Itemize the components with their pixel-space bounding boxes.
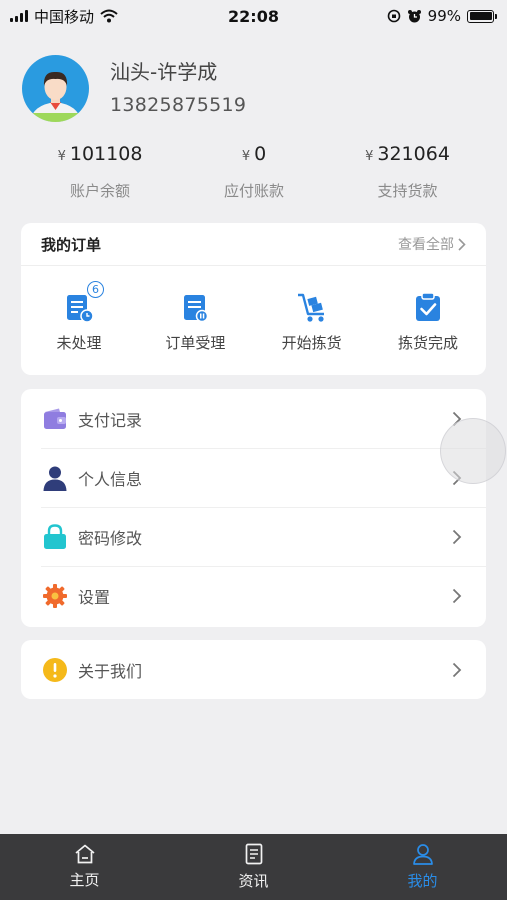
- user-phone: 13825875519: [110, 94, 247, 116]
- wallet-icon: [42, 406, 68, 432]
- tab-mine[interactable]: 我的: [338, 834, 507, 900]
- account-stats: ¥101108 账户余额 ¥0 应付账款 ¥321064 支持货款: [0, 140, 507, 201]
- view-all-orders-link[interactable]: 查看全部: [398, 234, 466, 254]
- tab-label: 资讯: [238, 872, 269, 890]
- news-icon: [245, 843, 262, 865]
- tab-label: 我的: [407, 872, 438, 890]
- order-status-accepted[interactable]: 订单受理: [137, 290, 253, 353]
- stat-balance[interactable]: ¥101108 账户余额: [0, 140, 200, 201]
- alarm-icon: [407, 9, 421, 22]
- pending-count-badge: 6: [87, 281, 104, 298]
- assistive-touch-button[interactable]: [440, 418, 506, 484]
- avatar[interactable]: [22, 55, 89, 122]
- menu-item-payment-records[interactable]: 支付记录: [21, 389, 486, 448]
- menu-item-personal-info[interactable]: 个人信息: [21, 448, 486, 507]
- status-bar: 中国移动 22:08 99%: [0, 0, 507, 32]
- chevron-right-icon: [452, 588, 462, 603]
- about-card: 关于我们: [21, 640, 486, 699]
- view-all-label: 查看全部: [398, 237, 454, 253]
- menu-item-settings[interactable]: 设置: [21, 566, 486, 625]
- battery-percent: 99%: [427, 7, 461, 25]
- stat-value: 101108: [69, 143, 143, 165]
- stat-support-payment[interactable]: ¥321064 支持货款: [308, 140, 507, 201]
- order-accepted-icon: [178, 290, 212, 324]
- profile-header[interactable]: 汕头-许学成 13825875519: [22, 55, 246, 122]
- stat-label: 账户余额: [69, 182, 130, 200]
- order-status-picking[interactable]: 开始拣货: [254, 290, 370, 353]
- wifi-icon: [100, 9, 118, 23]
- person-icon: [42, 465, 68, 491]
- currency-symbol: ¥: [241, 149, 251, 164]
- stat-label: 应付账款: [223, 182, 284, 200]
- menu-item-change-password[interactable]: 密码修改: [21, 507, 486, 566]
- home-icon: [74, 844, 95, 864]
- orders-title: 我的订单: [41, 235, 102, 254]
- order-status-label: 订单受理: [165, 334, 226, 352]
- profile-icon: [412, 844, 433, 865]
- rotation-lock-icon: [387, 9, 400, 23]
- menu-item-label: 密码修改: [78, 528, 143, 548]
- order-status-label: 拣货完成: [397, 334, 458, 352]
- tab-label: 主页: [69, 871, 100, 889]
- tab-news[interactable]: 资讯: [169, 834, 338, 900]
- order-status-label: 开始拣货: [281, 334, 342, 352]
- picking-done-icon: [411, 290, 445, 324]
- menu-item-label: 支付记录: [78, 410, 143, 430]
- currency-symbol: ¥: [365, 149, 374, 164]
- carrier-name: 中国移动: [34, 7, 95, 26]
- orders-header: 我的订单 查看全部: [21, 223, 486, 266]
- menu-item-about-us[interactable]: 关于我们: [21, 640, 486, 699]
- chevron-right-icon: [452, 662, 462, 677]
- order-status-label: 未处理: [56, 334, 102, 352]
- user-name: 汕头-许学成: [110, 60, 218, 84]
- signal-icon: [10, 10, 28, 22]
- bottom-tab-bar: 主页 资讯 我的: [0, 834, 507, 900]
- stat-value: 0: [254, 143, 267, 165]
- menu-item-label: 设置: [78, 587, 111, 607]
- pending-order-icon: 6: [62, 281, 104, 324]
- stat-label: 支持货款: [377, 182, 438, 200]
- my-orders-card: 我的订单 查看全部 6 未处理 订单受理 开始拣货 拣货完成: [21, 223, 486, 375]
- stat-payable[interactable]: ¥0 应付账款: [200, 140, 308, 201]
- menu-item-label: 个人信息: [78, 469, 143, 489]
- menu-item-label: 关于我们: [78, 661, 143, 681]
- chevron-right-icon: [458, 237, 466, 251]
- picking-cart-icon: [295, 290, 329, 324]
- lock-icon: [42, 523, 68, 550]
- info-icon: [42, 657, 68, 683]
- order-status-picking-done[interactable]: 拣货完成: [370, 290, 486, 353]
- currency-symbol: ¥: [57, 149, 66, 164]
- chevron-right-icon: [452, 529, 462, 544]
- order-status-pending[interactable]: 6 未处理: [21, 281, 137, 353]
- gear-icon: [42, 583, 68, 609]
- settings-menu-card: 支付记录 个人信息 密码修改 设置: [21, 389, 486, 627]
- battery-icon: [467, 9, 497, 23]
- tab-home[interactable]: 主页: [0, 834, 169, 900]
- stat-value: 321064: [377, 143, 450, 165]
